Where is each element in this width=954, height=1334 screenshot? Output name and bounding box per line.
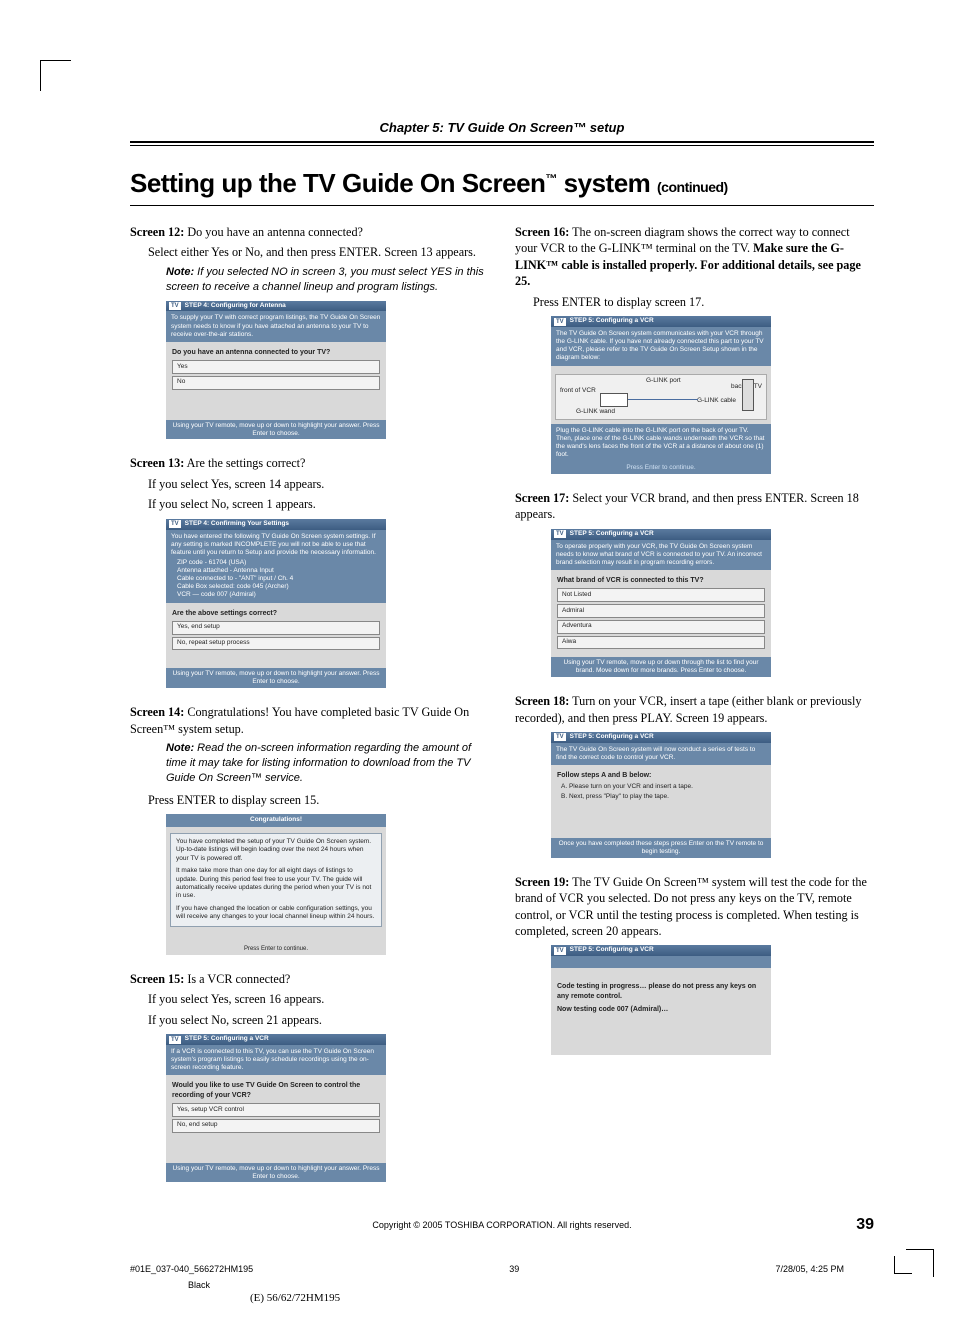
screen15-yes: If you select Yes, screen 16 appears.: [148, 991, 489, 1007]
rule-thin: [130, 145, 874, 146]
ss14-panel: You have completed the setup of your TV …: [170, 833, 382, 927]
title-main: Setting up the TV Guide On Screen: [130, 168, 545, 198]
screen16-body2: Press ENTER to display screen 17.: [533, 294, 874, 310]
screenshot-12: TV STEP 4: Configuring for Antenna To sup…: [166, 301, 386, 440]
footer-date: 7/28/05, 4:25 PM: [775, 1264, 844, 1274]
ss12-opt-no: No: [172, 376, 380, 390]
ss16-bar: STEP 5: Configuring a VCR: [570, 317, 654, 326]
screen15-no: If you select No, screen 21 appears.: [148, 1012, 489, 1028]
ss18-bar: STEP 5: Configuring a VCR: [570, 733, 654, 742]
footer-file: #01E_037-040_566272HM195: [130, 1264, 253, 1274]
ss17-opt4: Aiwa: [557, 636, 765, 650]
title-continued: (continued): [657, 179, 728, 195]
title-tm: ™: [545, 171, 557, 185]
footer-page: 39: [509, 1264, 519, 1274]
ss15-note: If a VCR is connected to this TV, you ca…: [166, 1045, 386, 1075]
screenshot-18: TVSTEP 5: Configuring a VCR The TV Guide…: [551, 732, 771, 858]
ss13-opt2: No, repeat setup process: [172, 637, 380, 651]
copyright: Copyright © 2005 TOSHIBA CORPORATION. Al…: [130, 1220, 874, 1230]
screen13-q: Are the settings correct?: [184, 456, 305, 470]
ss18-note: The TV Guide On Screen system will now c…: [551, 743, 771, 765]
screen12-note: Note: If you selected NO in screen 3, yo…: [166, 265, 489, 295]
chapter-header: Chapter 5: TV Guide On Screen™ setup: [130, 120, 874, 135]
ss18-question: Follow steps A and B below:: [557, 771, 765, 780]
screen15-q: Is a VCR connected?: [184, 972, 290, 986]
page-number: 39: [856, 1216, 874, 1234]
ss18-stepB: B. Next, press "Play" to play the tape.: [561, 793, 765, 802]
ss13-question: Are the above settings correct?: [172, 609, 380, 618]
screen13-yes: If you select Yes, screen 14 appears.: [148, 476, 489, 492]
ss15-opt1: Yes, setup VCR control: [172, 1103, 380, 1117]
ss15-question: Would you like to use TV Guide On Screen…: [172, 1081, 380, 1100]
ss13-bar: STEP 4: Confirming Your Settings: [185, 520, 289, 529]
ss15-opt2: No, end setup: [172, 1119, 380, 1133]
screen19-label: Screen 19:: [515, 875, 569, 889]
footer-line2: Black: [130, 1280, 874, 1290]
ss19-bar: STEP 5: Configuring a VCR: [570, 946, 654, 955]
screen13-no: If you select No, screen 1 appears.: [148, 496, 489, 512]
ss14-foot: Press Enter to continue.: [168, 945, 384, 953]
ss12-question: Do you have an antenna connected to your…: [172, 348, 380, 357]
screenshot-14: Congratulations! You have completed the …: [166, 814, 386, 955]
ss18-stepA: A. Please turn on your VCR and insert a …: [561, 783, 765, 792]
left-column: Screen 12: Do you have an antenna connec…: [130, 224, 489, 1198]
ss12-bar: STEP 4: Configuring for Antenna: [185, 302, 286, 311]
screenshot-17: TVSTEP 5: Configuring a VCR To operate p…: [551, 529, 771, 677]
screen17-label: Screen 17:: [515, 491, 569, 505]
ss13-note: You have entered the following TV Guide …: [166, 530, 386, 603]
ss15-bar: STEP 5: Configuring a VCR: [185, 1035, 269, 1044]
screen15-label: Screen 15:: [130, 972, 184, 986]
screen12-body: Select either Yes or No, and then press …: [148, 244, 489, 260]
ss17-note: To operate properly with your VCR, the T…: [551, 540, 771, 570]
ss13-footer: Using your TV remote, move up or down to…: [166, 668, 386, 688]
ss12-opt-yes: Yes: [172, 360, 380, 374]
tv-badge: TV: [169, 302, 181, 310]
screenshot-13: TVSTEP 4: Confirming Your Settings You h…: [166, 519, 386, 688]
ss15-footer: Using your TV remote, move up or down to…: [166, 1163, 386, 1183]
screen14-note: Note: Read the on-screen information reg…: [166, 741, 489, 786]
ss16-diagram: front of VCR G-LINK port back of TV G-LI…: [555, 374, 767, 420]
ss12-note: To supply your TV with correct program l…: [166, 311, 386, 341]
screen13-label: Screen 13:: [130, 456, 184, 470]
ss17-opt2: Admiral: [557, 604, 765, 618]
screen12-label: Screen 12:: [130, 225, 184, 239]
ss14-title: Congratulations!: [166, 814, 386, 827]
title-system: system: [557, 168, 657, 198]
crop-mark-br-inner: [894, 1249, 919, 1274]
ss17-bar: STEP 5: Configuring a VCR: [570, 530, 654, 539]
ss18-footer: Once you have completed these steps pres…: [551, 838, 771, 858]
ss17-footer: Using your TV remote, move up or down th…: [551, 657, 771, 677]
screen18-label: Screen 18:: [515, 694, 569, 708]
rule-thick: [130, 141, 874, 143]
screenshot-15: TVSTEP 5: Configuring a VCR If a VCR is …: [166, 1034, 386, 1182]
ss19-line1: Code testing in progress… please do not …: [557, 982, 765, 1001]
screen14-press: Press ENTER to display screen 15.: [148, 792, 489, 808]
screen16-label: Screen 16:: [515, 225, 569, 239]
title-rule: [130, 205, 874, 206]
ss16-note2: Plug the G-LINK cable into the G-LINK po…: [551, 424, 771, 463]
screenshot-16: TVSTEP 5: Configuring a VCR The TV Guide…: [551, 316, 771, 474]
right-column: Screen 16: The on-screen diagram shows t…: [515, 224, 874, 1198]
page-title: Setting up the TV Guide On Screen™ syste…: [130, 168, 874, 199]
footer-line3: (E) 56/62/72HM195: [130, 1292, 874, 1304]
ss17-question: What brand of VCR is connected to this T…: [557, 576, 765, 585]
footer-line1: #01E_037-040_566272HM195 39 7/28/05, 4:2…: [130, 1264, 874, 1274]
screen14-label: Screen 14:: [130, 705, 184, 719]
ss17-opt3: Adventura: [557, 620, 765, 634]
screenshot-19: TVSTEP 5: Configuring a VCR Code testing…: [551, 945, 771, 1054]
ss19-line2: Now testing code 007 (Admiral)…: [557, 1005, 765, 1014]
screen12-q: Do you have an antenna connected?: [184, 225, 363, 239]
crop-mark-tl: [40, 60, 71, 91]
ss13-opt1: Yes, end setup: [172, 621, 380, 635]
ss16-foot: Press Enter to continue.: [551, 462, 771, 474]
ss16-note: The TV Guide On Screen system communicat…: [551, 327, 771, 366]
ss12-footer: Using your TV remote, move up or down to…: [166, 420, 386, 440]
ss17-opt1: Not Listed: [557, 588, 765, 602]
ss19-spacer: [551, 956, 771, 968]
